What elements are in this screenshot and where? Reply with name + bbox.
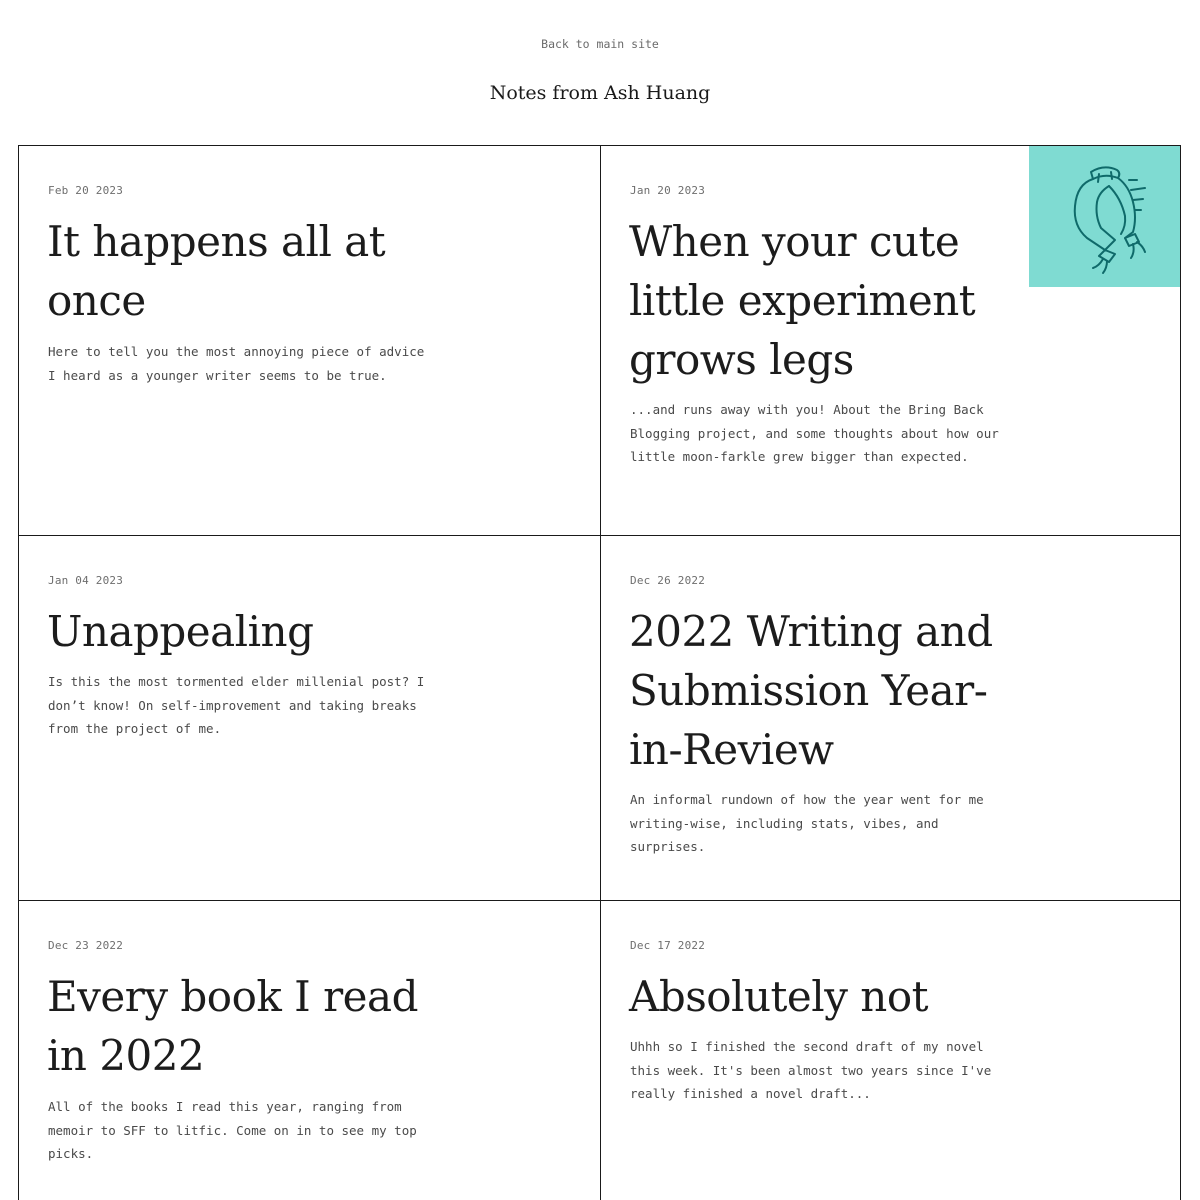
post-card[interactable]: Jan 04 2023 Unappealing Is this the most… — [19, 536, 601, 901]
post-excerpt: Uhhh so I finished the second draft of m… — [630, 1039, 992, 1101]
post-card[interactable]: Jan 20 2023 When your cute little experi… — [601, 146, 1181, 536]
post-date: Jan 20 2023 — [630, 184, 706, 197]
post-excerpt: Is this the most tormented elder milleni… — [48, 674, 425, 736]
posts-grid: Feb 20 2023 It happens all at once Here … — [18, 145, 1181, 1200]
post-date: Dec 17 2022 — [630, 939, 706, 952]
post-thumbnail[interactable] — [1029, 146, 1180, 287]
post-excerpt: An informal rundown of how the year went… — [630, 792, 984, 854]
post-title[interactable]: Absolutely not — [629, 967, 1009, 1026]
post-date: Dec 23 2022 — [48, 939, 124, 952]
post-card[interactable]: Feb 20 2023 It happens all at once Here … — [19, 146, 601, 536]
post-date: Jan 04 2023 — [48, 574, 124, 587]
post-title[interactable]: When your cute little experiment grows l… — [629, 212, 1009, 389]
post-title[interactable]: It happens all at once — [47, 212, 447, 330]
running-pants-icon — [1073, 166, 1146, 274]
back-to-main-site-link[interactable]: Back to main site — [0, 37, 1200, 51]
site-title: Notes from Ash Huang — [489, 82, 711, 104]
post-excerpt: Here to tell you the most annoying piece… — [48, 344, 425, 383]
post-card[interactable]: Dec 23 2022 Every book I read in 2022 Al… — [19, 901, 601, 1200]
post-title[interactable]: 2022 Writing and Submission Year-in-Revi… — [629, 602, 1009, 779]
post-excerpt: ...and runs away with you! About the Bri… — [630, 402, 999, 464]
post-date: Feb 20 2023 — [48, 184, 124, 197]
post-title[interactable]: Unappealing — [47, 602, 447, 661]
post-card[interactable]: Dec 17 2022 Absolutely not Uhhh so I fin… — [601, 901, 1181, 1200]
post-date: Dec 26 2022 — [630, 574, 706, 587]
post-title[interactable]: Every book I read in 2022 — [47, 967, 447, 1085]
post-card[interactable]: Dec 26 2022 2022 Writing and Submission … — [601, 536, 1181, 901]
post-excerpt: All of the books I read this year, rangi… — [48, 1099, 417, 1161]
